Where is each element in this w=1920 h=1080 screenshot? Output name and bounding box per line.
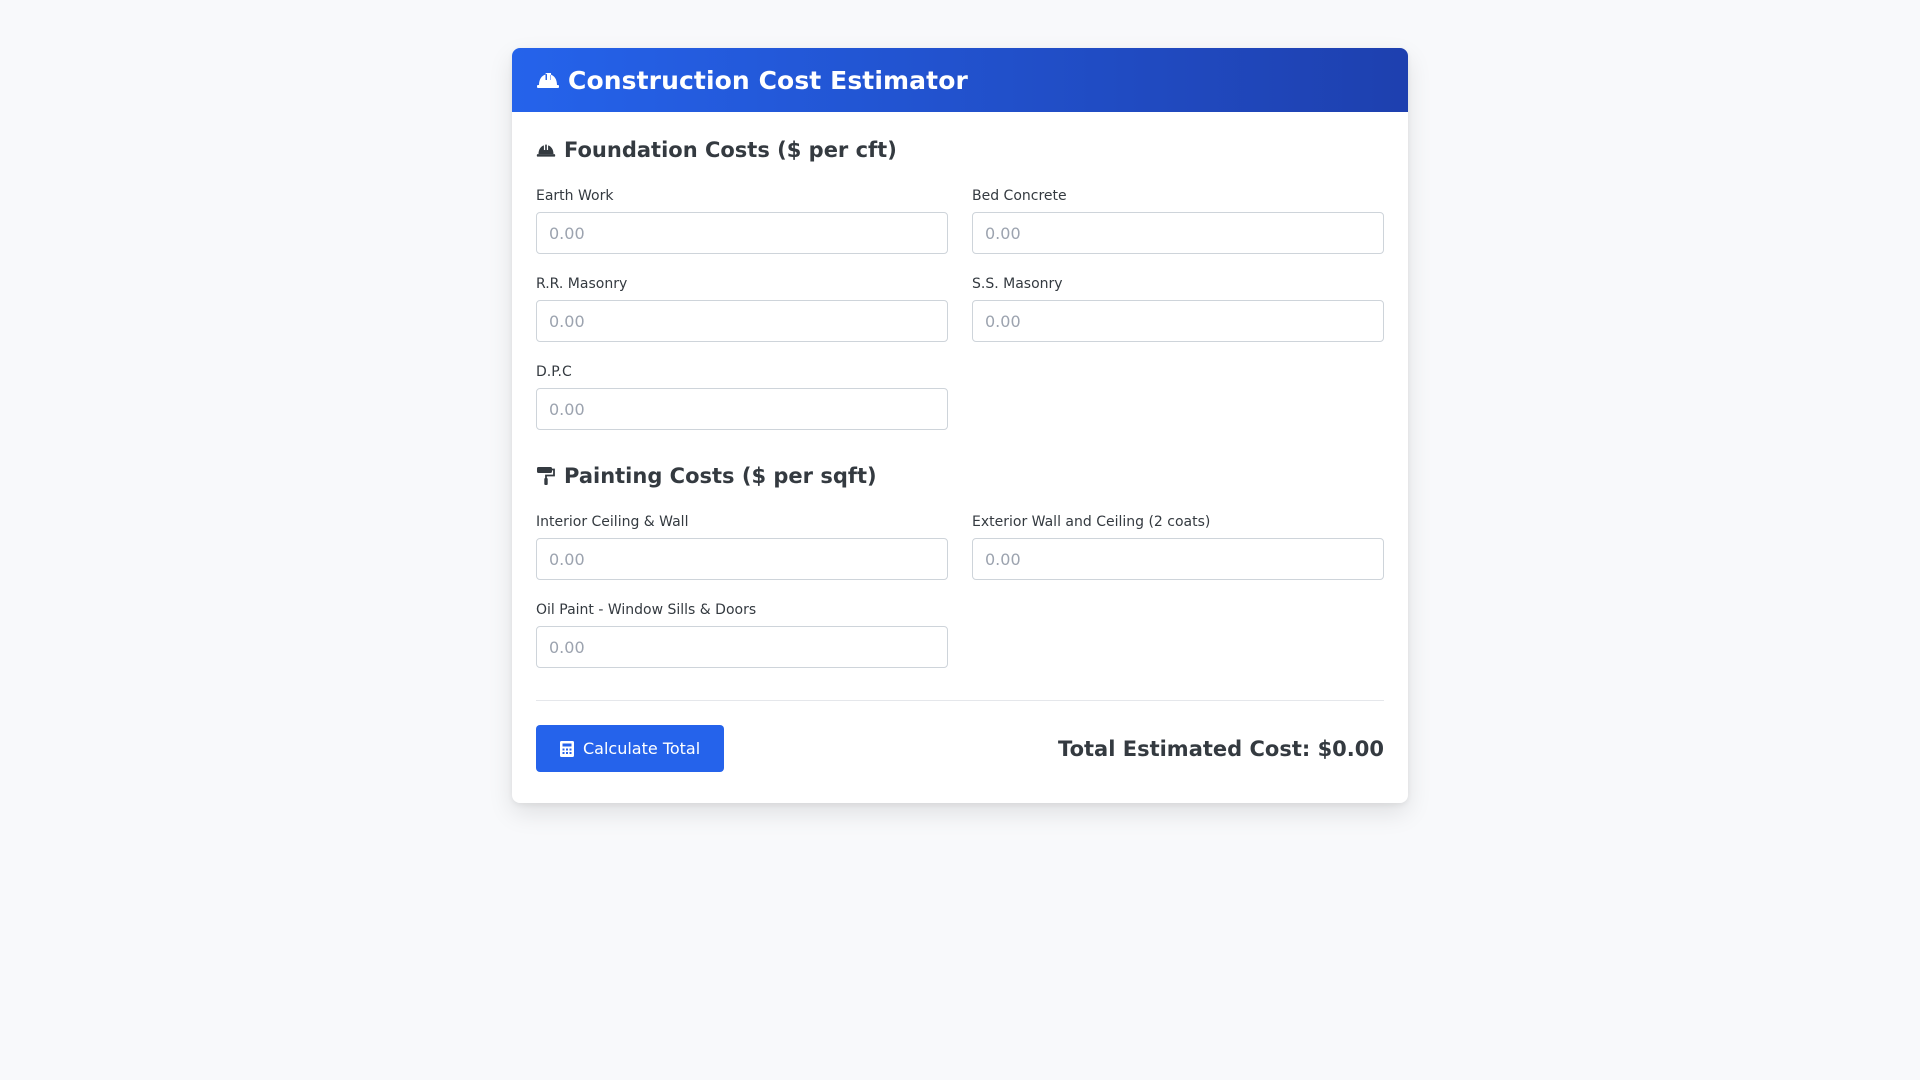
interior-ceiling-wall-label: Interior Ceiling & Wall — [536, 514, 689, 530]
hard-hat-icon — [536, 140, 556, 160]
field-exterior-wall-ceiling: Exterior Wall and Ceiling (2 coats) — [972, 514, 1384, 580]
field-bed-concrete: Bed Concrete — [972, 188, 1384, 254]
bed-concrete-label: Bed Concrete — [972, 188, 1067, 204]
field-dpc: D.P.C — [536, 364, 948, 430]
page-title: Construction Cost Estimator — [568, 65, 968, 95]
oil-paint-label: Oil Paint - Window Sills & Doors — [536, 602, 757, 618]
rr-masonry-label: R.R. Masonry — [536, 276, 628, 292]
divider — [536, 700, 1384, 701]
ss-masonry-input[interactable] — [972, 300, 1384, 342]
painting-fields: Interior Ceiling & Wall Exterior Wall an… — [536, 514, 1384, 668]
foundation-fields: Earth Work Bed Concrete R.R. Masonry S.S… — [536, 188, 1384, 430]
bed-concrete-input[interactable] — [972, 212, 1384, 254]
estimator-card: Construction Cost Estimator Foundation C… — [512, 48, 1408, 803]
exterior-wall-ceiling-label: Exterior Wall and Ceiling (2 coats) — [972, 514, 1211, 530]
dpc-input[interactable] — [536, 388, 948, 430]
field-interior-ceiling-wall: Interior Ceiling & Wall — [536, 514, 948, 580]
exterior-wall-ceiling-input[interactable] — [972, 538, 1384, 580]
card-header: Construction Cost Estimator — [512, 48, 1408, 112]
field-oil-paint: Oil Paint - Window Sills & Doors — [536, 602, 948, 668]
field-earth-work: Earth Work — [536, 188, 948, 254]
calculate-total-button[interactable]: Calculate Total — [536, 725, 725, 772]
interior-ceiling-wall-input[interactable] — [536, 538, 948, 580]
field-ss-masonry: S.S. Masonry — [972, 276, 1384, 342]
rr-masonry-input[interactable] — [536, 300, 948, 342]
earth-work-input[interactable] — [536, 212, 948, 254]
ss-masonry-label: S.S. Masonry — [972, 276, 1063, 292]
oil-paint-input[interactable] — [536, 626, 948, 668]
calculate-total-label: Calculate Total — [583, 739, 701, 758]
footer-row: Calculate Total Total Estimated Cost: $0… — [536, 725, 1384, 772]
total-estimated-cost: Total Estimated Cost: $0.00 — [1058, 736, 1384, 761]
foundation-section-title: Foundation Costs ($ per cft) — [536, 136, 1384, 164]
calculator-icon — [560, 740, 574, 757]
card-body: Foundation Costs ($ per cft) Earth Work … — [512, 112, 1408, 772]
paint-roller-icon — [536, 466, 556, 486]
field-rr-masonry: R.R. Masonry — [536, 276, 948, 342]
painting-title-text: Painting Costs ($ per sqft) — [564, 464, 877, 488]
dpc-label: D.P.C — [536, 364, 572, 380]
hard-hat-icon — [536, 70, 560, 90]
foundation-title-text: Foundation Costs ($ per cft) — [564, 138, 897, 162]
painting-section-title: Painting Costs ($ per sqft) — [536, 462, 1384, 490]
earth-work-label: Earth Work — [536, 188, 614, 204]
